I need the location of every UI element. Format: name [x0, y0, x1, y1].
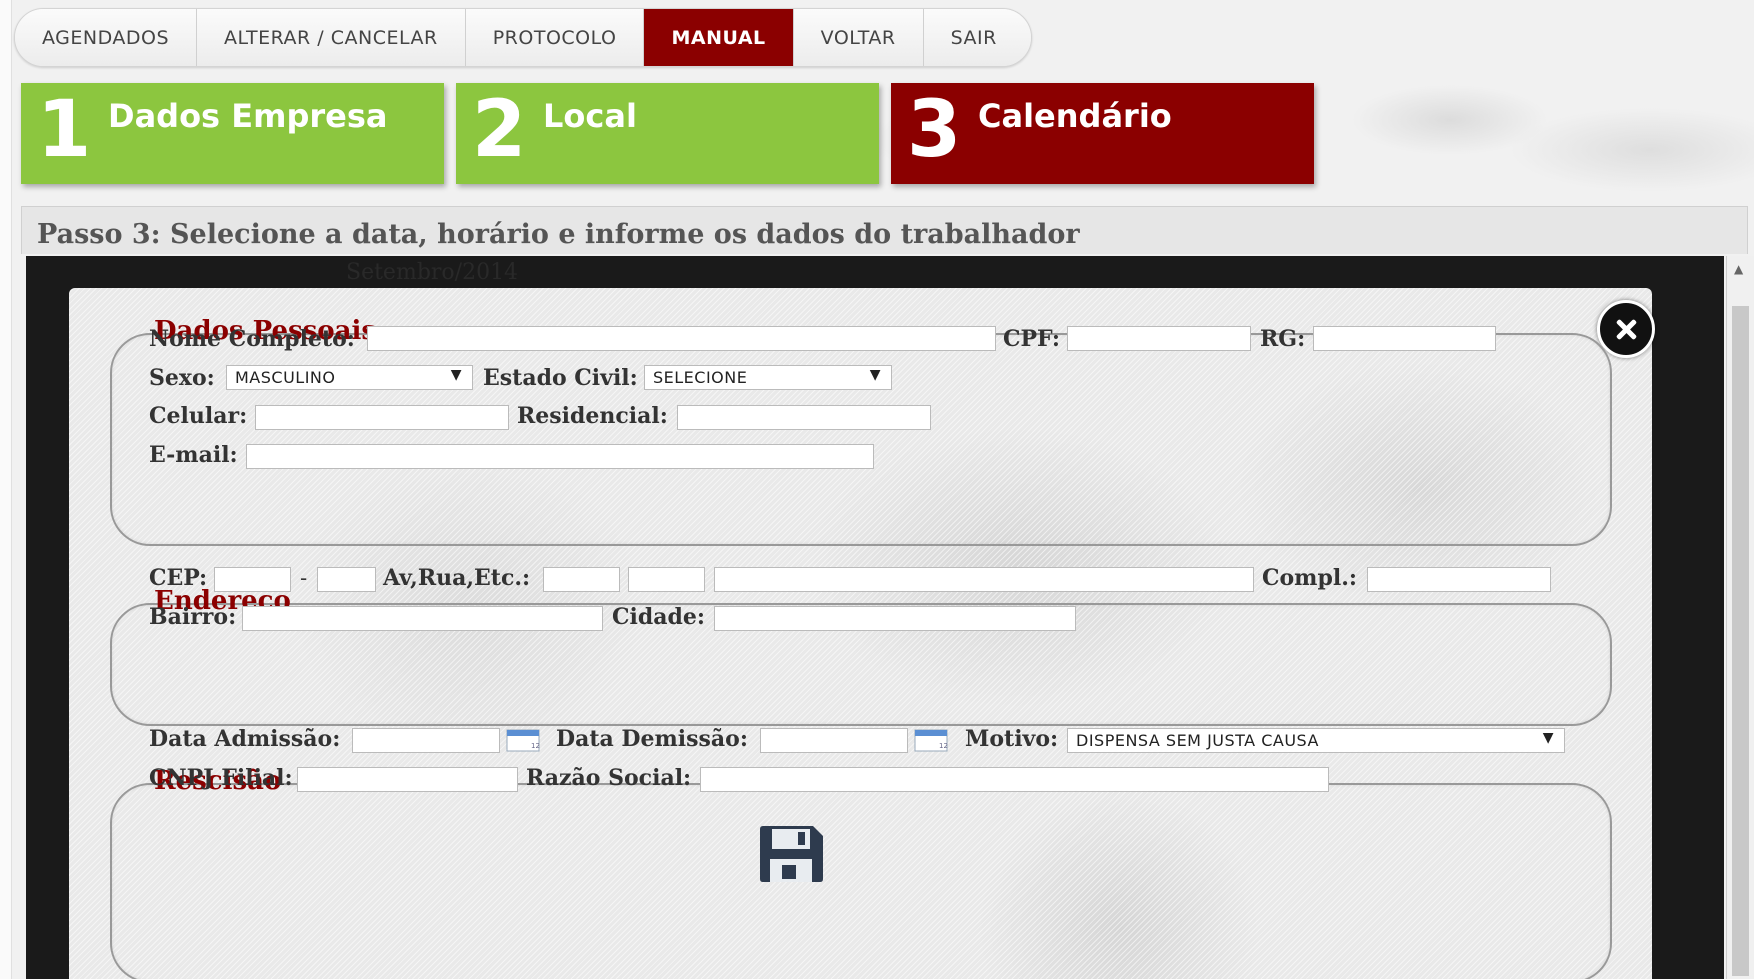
step-label: Local [543, 97, 637, 135]
rg-input[interactable] [1313, 326, 1496, 351]
razao-social-label: Razão Social: [526, 765, 692, 791]
close-icon[interactable] [1597, 300, 1655, 358]
cidade-label: Cidade: [612, 604, 706, 630]
step-dados-empresa[interactable]: 1 Dados Empresa [21, 83, 444, 184]
email-label: E-mail: [149, 442, 238, 468]
step-local[interactable]: 2 Local [456, 83, 879, 184]
cidade-input[interactable] [714, 606, 1076, 631]
svg-text:12: 12 [531, 742, 540, 750]
cep-suffix-input[interactable] [317, 567, 376, 592]
rg-label: RG: [1260, 326, 1306, 352]
step-number: 3 [907, 85, 962, 175]
step-number: 1 [37, 85, 92, 175]
step-calendario[interactable]: 3 Calendário [891, 83, 1314, 184]
scrollbar-thumb[interactable] [1732, 306, 1749, 976]
sexo-label: Sexo: [149, 365, 215, 391]
cnpj-filial-input[interactable] [297, 767, 518, 792]
fieldset-rescisao: Rescisão [110, 766, 1612, 979]
nav-manual[interactable]: MANUAL [644, 9, 794, 66]
calendar-icon[interactable]: 12 [914, 728, 948, 752]
background-month-label: Setembro/2014 [346, 260, 519, 285]
estado-civil-selected-value: SELECIONE [653, 368, 748, 387]
compl-label: Compl.: [1262, 565, 1357, 591]
svg-text:12: 12 [939, 742, 948, 750]
nome-label: Nome Completo: [149, 326, 355, 352]
bairro-input[interactable] [242, 606, 603, 631]
estado-civil-label: Estado Civil: [483, 365, 638, 391]
nav-alterar-cancelar[interactable]: ALTERAR / CANCELAR [197, 9, 466, 66]
step-label: Calendário [978, 97, 1172, 135]
calendar-icon[interactable]: 12 [506, 728, 540, 752]
left-edge [0, 0, 12, 979]
cep-separator: - [300, 566, 308, 590]
cpf-input[interactable] [1067, 326, 1251, 351]
nav-voltar[interactable]: VOLTAR [793, 9, 924, 66]
scroll-up-icon[interactable]: ▲ [1734, 262, 1743, 276]
motivo-select[interactable]: DISPENSA SEM JUSTA CAUSA ▼ [1067, 728, 1565, 753]
scrollbar[interactable]: ▲ [1726, 256, 1754, 979]
razao-social-input[interactable] [700, 767, 1329, 792]
cep-label: CEP: [149, 565, 208, 591]
nav-sair[interactable]: SAIR [923, 9, 1031, 66]
dropdown-caret-icon: ▼ [450, 367, 462, 383]
step-number: 2 [472, 85, 527, 175]
celular-label: Celular: [149, 403, 248, 429]
estado-civil-select[interactable]: SELECIONE ▼ [644, 365, 892, 390]
complemento-input[interactable] [1367, 567, 1551, 592]
data-demissao-label: Data Demissão: [556, 726, 748, 752]
dropdown-caret-icon: ▼ [1542, 730, 1554, 746]
cep-prefix-input[interactable] [214, 567, 291, 592]
worker-form-modal: Dados Pessoais Nome Completo: CPF: RG: S… [69, 288, 1655, 979]
motivo-selected-value: DISPENSA SEM JUSTA CAUSA [1076, 731, 1319, 750]
cnpj-filial-label: CNPJ Filial: [149, 765, 293, 791]
logradouro-input[interactable] [714, 567, 1254, 592]
av-rua-label: Av,Rua,Etc.: [383, 565, 531, 591]
data-demissao-input[interactable] [760, 728, 908, 753]
bairro-label: Bairro: [149, 604, 237, 630]
nav-protocolo[interactable]: PROTOCOLO [465, 9, 645, 66]
cpf-label: CPF: [1003, 326, 1061, 352]
save-icon[interactable] [758, 825, 824, 883]
sexo-selected-value: MASCULINO [235, 368, 336, 387]
logradouro-number-input[interactable] [628, 567, 705, 592]
nome-completo-input[interactable] [367, 326, 996, 351]
logradouro-type-input[interactable] [543, 567, 620, 592]
step-header: Passo 3: Selecione a data, horário e inf… [21, 206, 1748, 254]
nav-agendados[interactable]: AGENDADOS [15, 9, 198, 66]
motivo-label: Motivo: [965, 726, 1059, 752]
data-admissao-input[interactable] [352, 728, 500, 753]
residencial-input[interactable] [677, 405, 931, 430]
dropdown-caret-icon: ▼ [869, 367, 881, 383]
sexo-select[interactable]: MASCULINO ▼ [226, 365, 473, 390]
top-nav: AGENDADOS ALTERAR / CANCELAR PROTOCOLO M… [14, 8, 1032, 67]
step-label: Dados Empresa [108, 97, 388, 135]
email-input[interactable] [246, 444, 874, 469]
wizard-steps: 1 Dados Empresa 2 Local 3 Calendário [21, 83, 1314, 184]
celular-input[interactable] [255, 405, 509, 430]
residencial-label: Residencial: [517, 403, 668, 429]
data-admissao-label: Data Admissão: [149, 726, 341, 752]
